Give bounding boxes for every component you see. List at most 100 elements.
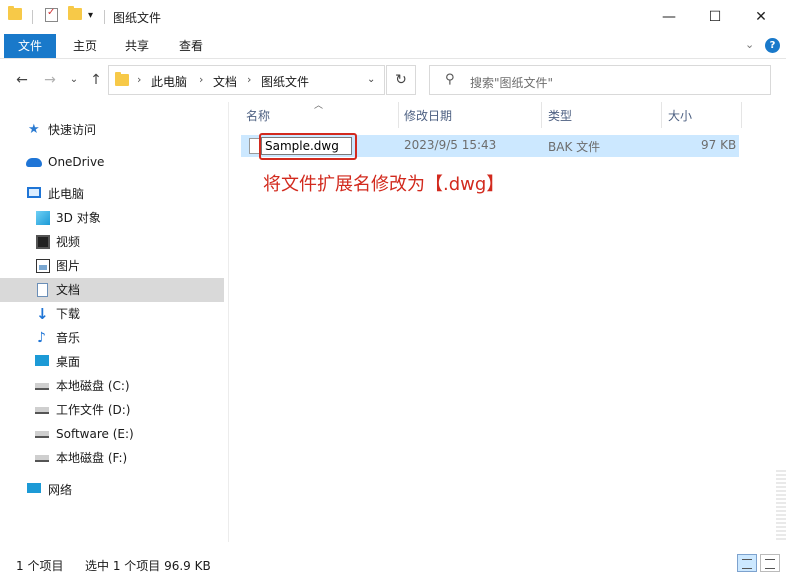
music-icon: ♪ (37, 330, 46, 346)
scrollbar-edge (776, 470, 786, 540)
customize-toolbar-icon[interactable]: ▾ (88, 10, 93, 21)
drive-icon (35, 407, 49, 414)
tab-home[interactable]: 主页 (62, 34, 108, 58)
sidebar-item-label: 视频 (56, 235, 81, 249)
sidebar-item-label: 桌面 (56, 355, 81, 369)
sidebar-item-quick-access[interactable]: ★ 快速访问 (0, 118, 224, 142)
sidebar-item-label: 3D 对象 (56, 211, 101, 225)
tab-share[interactable]: 共享 (114, 34, 160, 58)
sidebar-item-label: 下载 (56, 307, 81, 321)
desktop-icon (35, 355, 49, 366)
sidebar-item-label: 音乐 (56, 331, 81, 345)
maximize-button[interactable]: ☐ (692, 0, 738, 34)
sidebar-item-drive-d[interactable]: 工作文件 (D:) (0, 398, 224, 422)
refresh-button[interactable]: ↻ (386, 65, 416, 95)
sidebar-item-label: 快速访问 (48, 123, 97, 137)
minimize-button[interactable]: — (646, 0, 692, 34)
expand-ribbon-icon[interactable]: ⌄ (745, 38, 754, 51)
computer-icon (27, 187, 41, 198)
sidebar-item-label: 网络 (48, 483, 73, 497)
new-folder-icon[interactable] (68, 6, 82, 20)
sort-ascending-icon: ︿ (314, 101, 324, 111)
drive-icon (35, 455, 49, 462)
sidebar-item-drive-e[interactable]: Software (E:) (0, 422, 224, 446)
navigation-pane: ★ 快速访问 OneDrive 此电脑 3D 对象 视频 图片 文档 ↓ 下载 … (0, 102, 228, 542)
sidebar-item-label: OneDrive (48, 155, 105, 169)
sidebar-item-label: 此电脑 (48, 187, 85, 201)
sidebar-item-drive-c[interactable]: 本地磁盘 (C:) (0, 374, 224, 398)
sidebar-item-videos[interactable]: 视频 (0, 230, 224, 254)
sidebar-item-network[interactable]: 网络 (0, 478, 224, 502)
sidebar-item-documents[interactable]: 文档 (0, 278, 224, 302)
3d-objects-icon (36, 211, 50, 225)
sidebar-item-onedrive[interactable]: OneDrive (0, 150, 224, 174)
tab-view[interactable]: 查看 (168, 34, 214, 58)
folder-icon (115, 72, 129, 86)
file-size: 97 KB (701, 138, 737, 152)
drive-icon (35, 431, 49, 438)
network-icon (27, 483, 41, 493)
column-header-name[interactable]: 名称 (246, 102, 270, 128)
address-bar[interactable]: › 此电脑 › 文档 › 图纸文件 ⌄ (108, 65, 385, 95)
breadcrumb-separator[interactable]: › (247, 73, 251, 86)
column-header-type[interactable]: 类型 (548, 102, 572, 128)
drive-icon (35, 383, 49, 390)
recent-locations-button[interactable]: ⌄ (66, 72, 82, 88)
close-button[interactable]: ✕ (738, 0, 784, 34)
back-button[interactable]: ← (14, 72, 30, 88)
sidebar-item-3d-objects[interactable]: 3D 对象 (0, 206, 224, 230)
breadcrumb-separator[interactable]: › (199, 73, 203, 86)
status-bar: 1 个项目 选中 1 个项目 96.9 KB (0, 548, 786, 578)
star-icon: ★ (28, 122, 40, 137)
divider (0, 58, 786, 59)
column-divider[interactable] (741, 102, 742, 128)
search-icon: ⚲ (445, 72, 455, 87)
help-icon[interactable]: ? (765, 38, 780, 53)
search-box[interactable]: ⚲ 搜索"图纸文件" (429, 65, 771, 95)
details-view-button[interactable] (737, 554, 757, 572)
sidebar-item-this-pc[interactable]: 此电脑 (0, 182, 224, 206)
address-dropdown-icon[interactable]: ⌄ (367, 74, 375, 85)
annotation-text: 将文件扩展名修改为【.dwg】 (263, 174, 505, 195)
column-header-date-modified[interactable]: 修改日期 (404, 102, 452, 128)
sidebar-item-label: 工作文件 (D:) (56, 403, 131, 417)
properties-icon[interactable] (45, 7, 58, 22)
sidebar-item-label: 图片 (56, 259, 81, 273)
sidebar-item-label: 文档 (56, 283, 81, 297)
column-header-size[interactable]: 大小 (668, 102, 692, 128)
up-button[interactable]: ↑ (88, 72, 104, 88)
item-count: 1 个项目 (16, 559, 64, 573)
breadcrumb-this-pc[interactable]: 此电脑 (151, 73, 187, 90)
video-icon (36, 235, 50, 249)
sidebar-item-music[interactable]: ♪ 音乐 (0, 326, 224, 350)
sidebar-item-label: Software (E:) (56, 427, 134, 441)
tab-file[interactable]: 文件 (4, 34, 56, 58)
highlight-box (259, 133, 357, 160)
sidebar-item-pictures[interactable]: 图片 (0, 254, 224, 278)
selection-info: 选中 1 个项目 96.9 KB (85, 559, 211, 573)
breadcrumb-current-folder[interactable]: 图纸文件 (261, 73, 309, 90)
column-divider[interactable] (661, 102, 662, 128)
sidebar-item-label: 本地磁盘 (F:) (56, 451, 128, 465)
search-placeholder: 搜索"图纸文件" (470, 76, 554, 90)
cloud-icon (26, 158, 42, 167)
sidebar-item-desktop[interactable]: 桌面 (0, 350, 224, 374)
sidebar-item-drive-f[interactable]: 本地磁盘 (F:) (0, 446, 224, 470)
forward-button[interactable]: → (42, 72, 58, 88)
documents-icon (37, 283, 48, 297)
column-divider[interactable] (541, 102, 542, 128)
sidebar-item-downloads[interactable]: ↓ 下载 (0, 302, 224, 326)
column-divider[interactable] (398, 102, 399, 128)
breadcrumb-separator[interactable]: › (137, 73, 141, 86)
breadcrumb-documents[interactable]: 文档 (213, 73, 237, 90)
divider (32, 10, 33, 24)
window-title: 图纸文件 (113, 11, 162, 25)
sidebar-item-label: 本地磁盘 (C:) (56, 379, 130, 393)
file-type: BAK 文件 (548, 140, 601, 154)
pictures-icon (36, 259, 50, 273)
ribbon: 文件 主页 共享 查看 ⌄ ? (0, 34, 786, 58)
file-modified-date: 2023/9/5 15:43 (404, 138, 497, 152)
pane-splitter[interactable] (228, 102, 229, 542)
title-bar: ▾ 图纸文件 — ☐ ✕ (0, 0, 786, 34)
large-icons-view-button[interactable] (760, 554, 780, 572)
